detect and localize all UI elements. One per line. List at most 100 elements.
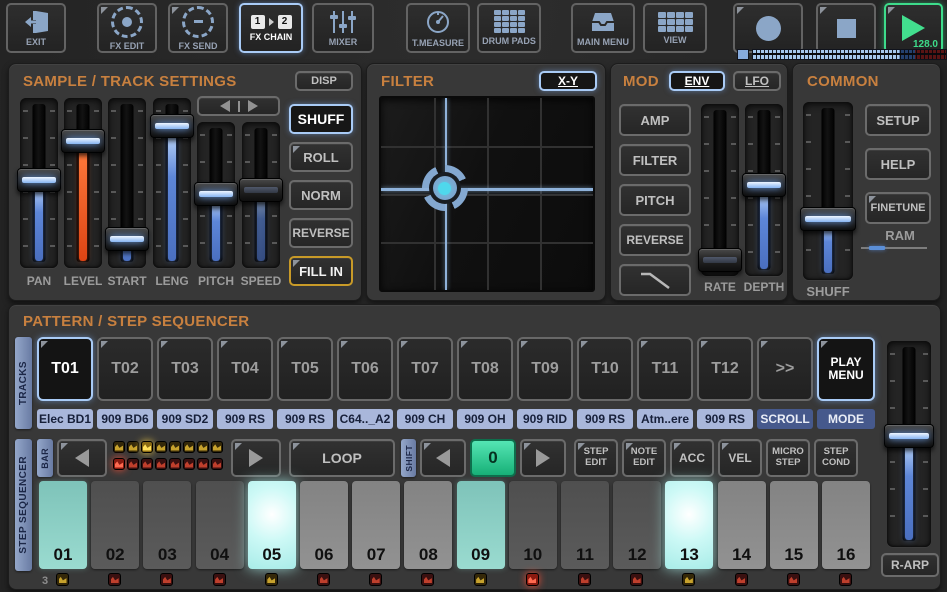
track-button-t10[interactable]: T10 xyxy=(577,337,633,401)
mod-curve-button[interactable] xyxy=(619,264,691,296)
next-bar-button[interactable] xyxy=(231,439,281,477)
mod-amp-button[interactable]: AMP xyxy=(619,104,691,136)
mod-filter-button[interactable]: FILTER xyxy=(619,144,691,176)
track-button-t12[interactable]: T12 xyxy=(697,337,753,401)
fader-handle[interactable] xyxy=(17,167,61,192)
puck-dot xyxy=(438,181,452,195)
tab-lfo[interactable]: LFO xyxy=(733,71,781,91)
stop-button[interactable] xyxy=(816,3,876,53)
track-button-t08[interactable]: T08 xyxy=(457,337,513,401)
step-cell-02[interactable]: 02 xyxy=(91,481,140,569)
fx-chain-button[interactable]: 1 2 FX CHAIN xyxy=(239,3,303,53)
speed-fader[interactable] xyxy=(239,122,283,268)
norm-button[interactable]: NORM xyxy=(289,180,353,210)
fx-edit-button[interactable]: FX EDIT xyxy=(97,3,157,53)
acc-button[interactable]: ACC xyxy=(670,439,714,477)
rate-fader[interactable] xyxy=(698,104,742,276)
record-button[interactable] xyxy=(733,3,803,53)
depth-fader[interactable] xyxy=(742,104,786,276)
step-cell-13[interactable]: 13 xyxy=(665,481,714,569)
mod-reverse-button[interactable]: REVERSE xyxy=(619,224,691,256)
xy-cursor-puck[interactable] xyxy=(421,165,468,212)
pitch-fader[interactable] xyxy=(194,122,238,268)
fader-handle[interactable] xyxy=(698,248,742,272)
step-cell-04[interactable]: 04 xyxy=(195,481,244,569)
help-button[interactable]: HELP xyxy=(865,148,931,180)
vel-button[interactable]: VEL xyxy=(718,439,762,477)
reverse-button[interactable]: REVERSE xyxy=(289,218,353,248)
prev-step-button[interactable] xyxy=(420,439,466,477)
level-fader[interactable] xyxy=(61,98,105,268)
disp-button[interactable]: DISP xyxy=(295,71,353,91)
r-arp-button[interactable]: R-ARP xyxy=(881,553,939,577)
drum-pads-button[interactable]: DRUM PADS xyxy=(477,3,541,53)
bar-led-yellow xyxy=(155,441,167,453)
t-measure-button[interactable]: T.MEASURE xyxy=(406,3,470,53)
step-cell-12[interactable]: 12 xyxy=(613,481,662,569)
position-display[interactable]: 0 xyxy=(470,439,516,477)
fx-send-button[interactable]: FX SEND xyxy=(168,3,228,53)
note-edit-button[interactable]: NOTE EDIT xyxy=(622,439,666,477)
track-button-t01[interactable]: T01 xyxy=(37,337,93,401)
fader-handle[interactable] xyxy=(194,181,238,206)
track-button-t07[interactable]: T07 xyxy=(397,337,453,401)
fader-handle[interactable] xyxy=(239,177,283,202)
setup-button[interactable]: SETUP xyxy=(865,104,931,136)
track-button-t04[interactable]: T04 xyxy=(217,337,273,401)
track-button-playmenu[interactable]: PLAY MENU xyxy=(817,337,875,401)
roll-button[interactable]: ROLL xyxy=(289,142,353,172)
step-cell-05[interactable]: 05 xyxy=(247,481,296,569)
track-button-t05[interactable]: T05 xyxy=(277,337,333,401)
track-button-t02[interactable]: T02 xyxy=(97,337,153,401)
mod-pitch-button[interactable]: PITCH xyxy=(619,184,691,216)
step-cell-15[interactable]: 15 xyxy=(769,481,818,569)
step-cell-08[interactable]: 08 xyxy=(404,481,453,569)
fader-handle[interactable] xyxy=(742,173,786,197)
view-button[interactable]: VIEW xyxy=(643,3,707,53)
puck-ring xyxy=(428,172,461,205)
step-cell-06[interactable]: 06 xyxy=(300,481,348,569)
step-cell-01[interactable]: 01 xyxy=(39,481,87,569)
filter-xy-pad[interactable] xyxy=(379,96,595,292)
track-button-t03[interactable]: T03 xyxy=(157,337,213,401)
common-shuff-fader[interactable] xyxy=(800,102,856,280)
pan-fader[interactable] xyxy=(17,98,61,268)
fader-handle[interactable] xyxy=(105,226,149,251)
play-button[interactable]: 128.0 xyxy=(884,3,943,53)
pattern-fader[interactable] xyxy=(884,341,934,547)
step-edit-button[interactable]: STEP EDIT xyxy=(574,439,618,477)
fader-handle[interactable] xyxy=(150,114,194,139)
step-cell-10[interactable]: 10 xyxy=(508,481,557,569)
track-name-label: 909 RS xyxy=(284,412,326,426)
prev-bar-button[interactable] xyxy=(57,439,107,477)
track-button-t11[interactable]: T11 xyxy=(637,337,693,401)
next-step-button[interactable] xyxy=(520,439,566,477)
step-cell-16[interactable]: 16 xyxy=(822,481,870,569)
tab-env[interactable]: ENV xyxy=(669,71,725,91)
step-cond-button[interactable]: STEP COND xyxy=(814,439,858,477)
track-button-[interactable]: >> xyxy=(757,337,813,401)
micro-step-button[interactable]: MICRO STEP xyxy=(766,439,810,477)
mixer-button[interactable]: MIXER xyxy=(312,3,374,53)
fader-handle[interactable] xyxy=(800,206,856,231)
exit-button[interactable]: EXIT xyxy=(6,3,66,53)
step-cell-07[interactable]: 07 xyxy=(352,481,401,569)
step-cell-03[interactable]: 03 xyxy=(143,481,192,569)
start-fader[interactable] xyxy=(105,98,149,268)
step-cell-09[interactable]: 09 xyxy=(456,481,505,569)
rate-label: RATE xyxy=(704,280,736,294)
loop-button[interactable]: LOOP xyxy=(289,439,395,477)
step-cell-11[interactable]: 11 xyxy=(561,481,609,569)
sample-prev-next-button[interactable] xyxy=(197,96,280,116)
xy-mode-button[interactable]: X-Y xyxy=(539,71,597,91)
finetune-button[interactable]: FINETUNE xyxy=(865,192,931,224)
track-button-t06[interactable]: T06 xyxy=(337,337,393,401)
fader-handle[interactable] xyxy=(884,423,934,448)
main-menu-button[interactable]: MAIN MENU xyxy=(571,3,635,53)
shuff-button[interactable]: SHUFF xyxy=(289,104,353,134)
fader-handle[interactable] xyxy=(61,129,105,154)
step-cell-14[interactable]: 14 xyxy=(717,481,766,569)
leng-fader[interactable] xyxy=(150,98,194,268)
track-button-t09[interactable]: T09 xyxy=(517,337,573,401)
fill-in-button[interactable]: FILL IN xyxy=(289,256,353,286)
